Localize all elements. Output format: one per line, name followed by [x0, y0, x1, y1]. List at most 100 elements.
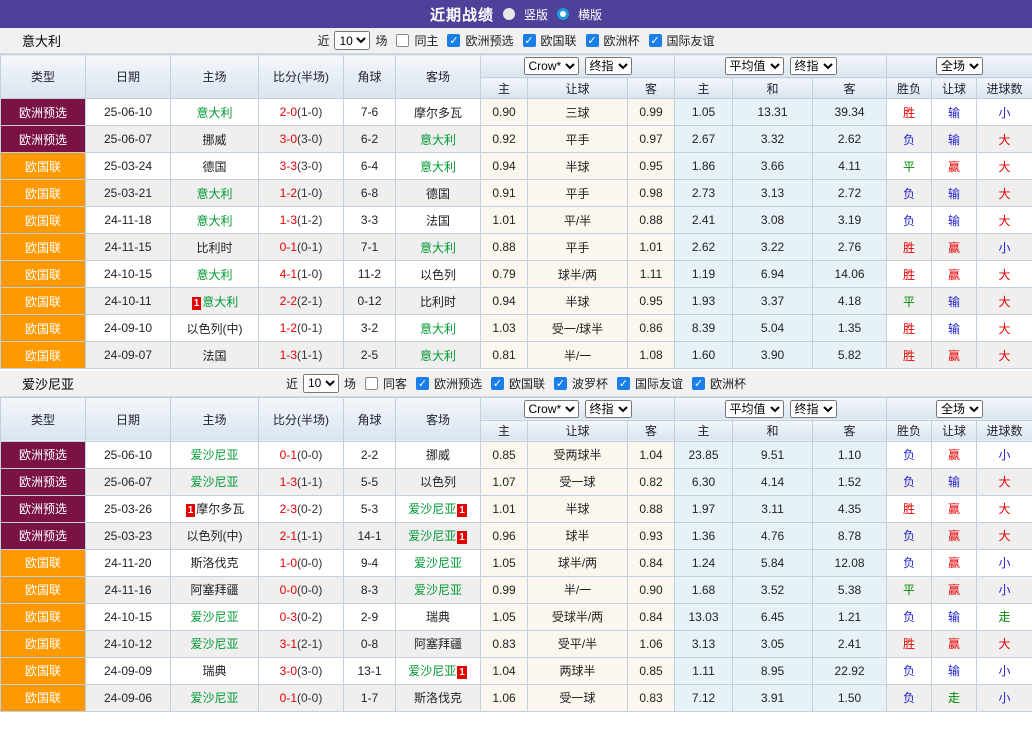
away-team-cell: 德国 [396, 180, 481, 207]
league-checkbox[interactable]: ✓ [554, 377, 567, 390]
score-cell: 2-1(1-1) [259, 522, 344, 549]
sub-col-header: 和 [733, 78, 813, 99]
avg-away-cell: 2.41 [813, 630, 887, 657]
date-cell: 25-03-23 [86, 522, 171, 549]
odds-company-select[interactable]: Crow* [524, 400, 579, 418]
team-name-text: 摩尔多瓦 [196, 502, 244, 516]
league-checkbox-label[interactable]: 欧国联 [509, 375, 545, 392]
halftime-score: (0-1) [297, 240, 322, 254]
league-checkbox[interactable]: ✓ [649, 34, 662, 47]
odds-home-cell: 0.79 [481, 261, 528, 288]
match-row: 欧国联24-09-06爱沙尼亚0-1(0-0)1-7斯洛伐克1.06受一球0.8… [1, 684, 1032, 711]
league-checkbox-label[interactable]: 欧洲预选 [434, 375, 482, 392]
odds-home-cell: 1.07 [481, 468, 528, 495]
away-team-cell: 意大利 [396, 315, 481, 342]
avg-away-cell: 1.21 [813, 603, 887, 630]
league-checkbox-label[interactable]: 欧洲预选 [465, 32, 513, 49]
league-checkbox[interactable]: ✓ [692, 377, 705, 390]
league-checkbox[interactable]: ✓ [416, 377, 429, 390]
layout-radio-horizontal[interactable] [557, 8, 569, 20]
fulltime-score: 0-1 [280, 448, 297, 462]
goals-result-cell: 小 [977, 99, 1032, 126]
odds-away-cell: 0.93 [628, 522, 675, 549]
match-count-select[interactable]: 10 [334, 31, 370, 50]
odds-away-cell: 1.04 [628, 441, 675, 468]
odds-stage-select[interactable]: 终指 [585, 400, 632, 418]
avg-home-cell: 1.36 [675, 522, 733, 549]
avg-draw-cell: 6.45 [733, 603, 813, 630]
layout-radio-vertical[interactable] [503, 8, 515, 20]
col-header: 客场 [396, 55, 481, 99]
result-text: 输 [948, 610, 960, 624]
league-checkbox-label[interactable]: 波罗杯 [572, 375, 608, 392]
avg-stage-select[interactable]: 终指 [790, 57, 837, 75]
score-cell: 3-3(3-0) [259, 153, 344, 180]
period-select[interactable]: 全场 [936, 400, 983, 418]
score-cell: 3-0(3-0) [259, 657, 344, 684]
league-checkbox[interactable]: ✓ [617, 377, 630, 390]
same-venue-checkbox[interactable] [396, 34, 409, 47]
fulltime-score: 1-0 [280, 556, 297, 570]
competition-type-cell: 欧洲预选 [1, 441, 86, 468]
sub-col-header: 让球 [932, 78, 977, 99]
odds-away-cell: 0.95 [628, 153, 675, 180]
league-checkbox-label[interactable]: 欧国联 [541, 32, 577, 49]
odds-home-cell: 0.99 [481, 576, 528, 603]
league-checkbox-label[interactable]: 欧洲杯 [710, 375, 746, 392]
league-checkbox-label[interactable]: 国际友谊 [635, 375, 683, 392]
avg-stage-select[interactable]: 终指 [790, 400, 837, 418]
handicap-result-cell: 赢 [932, 441, 977, 468]
avg-draw-cell: 3.90 [733, 342, 813, 369]
league-checkbox[interactable]: ✓ [586, 34, 599, 47]
odds-home-cell: 0.91 [481, 180, 528, 207]
avg-away-cell: 3.19 [813, 207, 887, 234]
avg-away-cell: 2.76 [813, 234, 887, 261]
away-team-cell: 比利时 [396, 288, 481, 315]
same-venue-label[interactable]: 同客 [383, 375, 407, 392]
league-checkbox-label[interactable]: 国际友谊 [667, 32, 715, 49]
winloss-cell: 胜 [887, 99, 932, 126]
league-checkbox[interactable]: ✓ [491, 377, 504, 390]
match-count-select[interactable]: 10 [303, 374, 339, 393]
team-name-text: 瑞典 [202, 664, 226, 678]
odds-away-cell: 1.08 [628, 342, 675, 369]
same-venue-checkbox[interactable] [365, 377, 378, 390]
team-section: 爱沙尼亚近10场同客✓欧洲预选✓欧国联✓波罗杯✓国际友谊✓欧洲杯类型日期主场比分… [0, 371, 1032, 712]
avg-type-select[interactable]: 平均值 [725, 400, 784, 418]
team-name-text: 以色列(中) [187, 322, 243, 336]
competition-type-cell: 欧国联 [1, 657, 86, 684]
result-text: 胜 [903, 268, 915, 282]
result-text: 平 [903, 160, 915, 174]
fulltime-score: 3-0 [280, 132, 297, 146]
competition-type-cell: 欧洲预选 [1, 99, 86, 126]
home-team-cell: 意大利 [171, 261, 259, 288]
fulltime-score: 1-2 [280, 186, 297, 200]
team-name-text: 意大利 [420, 349, 456, 363]
league-checkbox[interactable]: ✓ [523, 34, 536, 47]
odds-home-cell: 1.06 [481, 684, 528, 711]
winloss-cell: 平 [887, 288, 932, 315]
date-cell: 25-06-07 [86, 126, 171, 153]
avg-away-cell: 12.08 [813, 549, 887, 576]
layout-radio-vertical-label[interactable]: 竖版 [524, 6, 548, 23]
avg-type-select[interactable]: 平均值 [725, 57, 784, 75]
winloss-cell: 胜 [887, 495, 932, 522]
handicap-result-cell: 输 [932, 288, 977, 315]
odds-company-select[interactable]: Crow* [524, 57, 579, 75]
competition-type-cell: 欧国联 [1, 342, 86, 369]
league-checkbox-label[interactable]: 欧洲杯 [604, 32, 640, 49]
odds-stage-select[interactable]: 终指 [585, 57, 632, 75]
result-text: 输 [948, 295, 960, 309]
halftime-score: (2-1) [297, 294, 322, 308]
same-venue-label[interactable]: 同主 [414, 32, 438, 49]
result-text: 赢 [948, 502, 960, 516]
layout-radio-horizontal-label[interactable]: 横版 [578, 6, 602, 23]
halftime-score: (0-0) [297, 448, 322, 462]
league-checkbox[interactable]: ✓ [447, 34, 460, 47]
handicap-result-cell: 输 [932, 657, 977, 684]
fulltime-score: 2-2 [280, 294, 297, 308]
match-row: 欧国联24-10-12爱沙尼亚3-1(2-1)0-8阿塞拜疆0.83受平/半1.… [1, 630, 1032, 657]
period-select[interactable]: 全场 [936, 57, 983, 75]
title-bar: 近期战绩 竖版 横版 [0, 0, 1032, 28]
team-name-text: 意大利 [420, 322, 456, 336]
